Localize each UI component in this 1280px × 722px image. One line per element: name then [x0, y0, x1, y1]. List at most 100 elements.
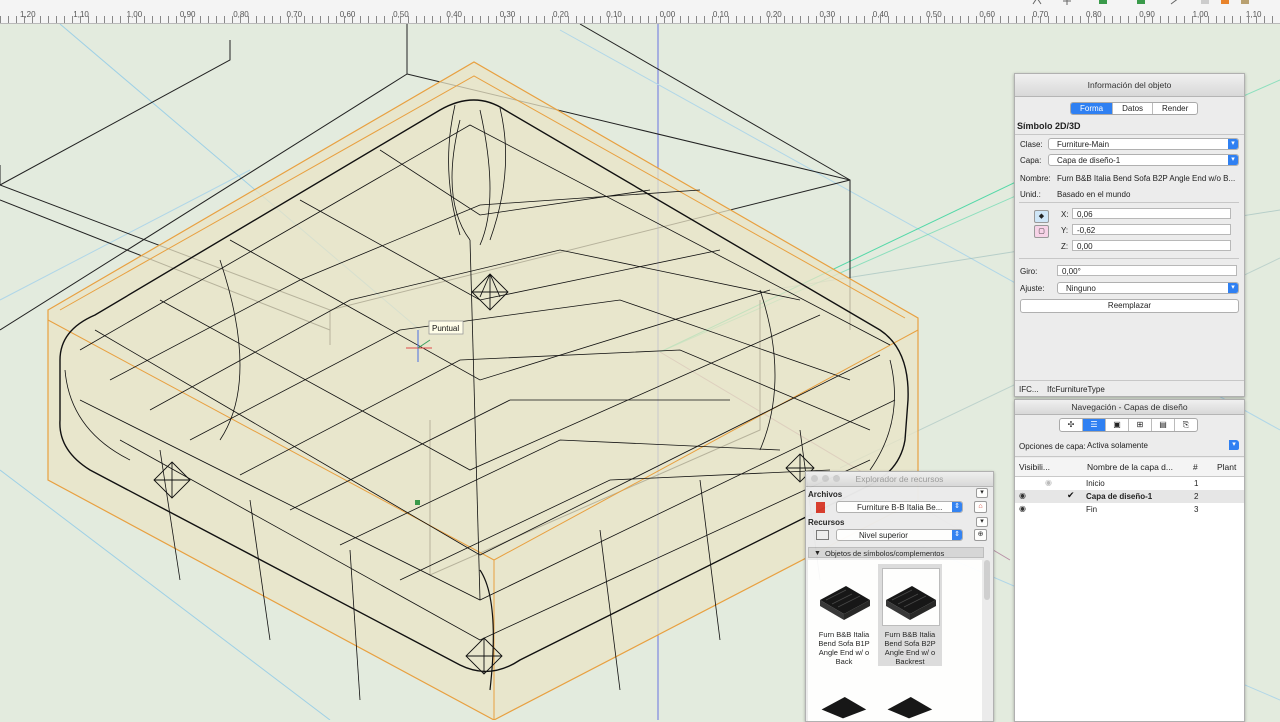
layer-options-label: Opciones de capa: [1019, 442, 1086, 451]
x-field[interactable]: 0,06 [1072, 208, 1231, 219]
tool-icon-7[interactable] [1220, 0, 1230, 5]
fit-select[interactable]: Ninguno ▾ [1057, 282, 1239, 294]
units-value: Basado en el mundo [1057, 190, 1131, 199]
resource-item-label: Furn B&B Italia Bend Sofa B1P Angle End … [818, 630, 870, 666]
sheets-icon[interactable]: ▤ [1152, 419, 1175, 431]
rotation-field[interactable]: 0,00° [1057, 265, 1237, 276]
resource-item-label: Furn B&B Italia Bend Sofa B2P Angle End … [884, 630, 936, 666]
layer-label: Capa: [1020, 156, 1042, 165]
symbols-section-header[interactable]: ▼ Objetos de símbolos/complementos [808, 547, 984, 558]
name-value[interactable]: Furn B&B Italia Bend Sofa B2P Angle End … [1057, 174, 1235, 183]
tool-icon-1[interactable] [1032, 0, 1042, 5]
new-folder-icon[interactable]: ⊕ [974, 529, 987, 541]
chevron-down-icon: ▾ [1228, 283, 1238, 293]
tool-icon-5[interactable] [1170, 0, 1180, 5]
viewports-icon[interactable]: ▣ [1106, 419, 1129, 431]
minimize-icon[interactable] [822, 475, 829, 482]
resource-browser-title: Explorador de recursos [806, 472, 993, 487]
resource-browser-title-text: Explorador de recursos [855, 474, 944, 484]
classes-icon[interactable]: ✣ [1060, 419, 1083, 431]
symbols-section-label: Objetos de símbolos/complementos [825, 549, 945, 558]
resource-folder-value: Nivel superior [859, 531, 908, 540]
tool-icon-2[interactable] [1062, 0, 1072, 5]
zoom-icon[interactable] [833, 475, 840, 482]
origin-icon[interactable]: ◆ [1034, 210, 1049, 223]
replace-button[interactable]: Reemplazar [1020, 299, 1239, 313]
layer-name: Capa de diseño-1 [1086, 492, 1153, 501]
layer-number: 3 [1194, 505, 1199, 514]
tab-render[interactable]: Render [1153, 103, 1197, 114]
fit-select-value: Ninguno [1066, 284, 1096, 293]
file-select[interactable]: Furniture B-B Italia Be... ⇕ [836, 501, 963, 513]
chevron-updown-icon: ⇕ [952, 530, 962, 540]
toolbar-strip [1020, 0, 1280, 7]
references-icon[interactable]: ⎘ [1175, 419, 1197, 431]
sofa-thumbnail-icon [820, 586, 870, 620]
col-plant[interactable]: Plant [1217, 462, 1236, 472]
layers-icon[interactable]: ☰ [1083, 419, 1106, 431]
resource-item-selected[interactable]: Furn B&B Italia Bend Sofa B2P Angle End … [878, 564, 942, 666]
layer-options-select[interactable]: Activa solamente ▾ [1085, 440, 1239, 452]
layer-number: 1 [1194, 479, 1199, 488]
class-select[interactable]: Furniture-Main ▾ [1048, 138, 1239, 150]
name-label: Nombre: [1020, 174, 1051, 183]
eye-icon[interactable]: ◉ [1045, 478, 1052, 487]
sofa-thumbnail-icon [821, 696, 867, 719]
resource-folder-select[interactable]: Nivel superior ⇕ [836, 529, 963, 541]
object-info-palette: Información del objeto Forma Datos Rende… [1014, 73, 1245, 397]
y-field[interactable]: -0,62 [1072, 224, 1231, 235]
snap-tooltip-text: Puntual [432, 324, 459, 333]
scrollbar[interactable] [984, 560, 990, 600]
home-icon[interactable]: ⌂ [974, 501, 987, 513]
table-row[interactable]: ◉ Inicio 1 [1015, 477, 1244, 490]
chevron-down-icon: ▾ [1229, 440, 1239, 450]
units-label: Unid.: [1020, 190, 1041, 199]
disclosure-triangle-icon: ▼ [814, 550, 821, 557]
z-label: Z: [1061, 242, 1069, 251]
collapse-files-icon[interactable]: ▾ [976, 488, 988, 498]
resource-browser-palette: Explorador de recursos Archivos ▾ Furnit… [805, 471, 994, 722]
active-check-icon: ✔ [1067, 490, 1075, 500]
col-number[interactable]: # [1193, 462, 1198, 472]
layer-name: Fin [1086, 505, 1098, 514]
rotation-label: Giro: [1020, 267, 1038, 276]
resource-item[interactable]: Furn B&B Italia Bend Sofa B1P Angle End … [812, 564, 876, 666]
layer-select[interactable]: Capa de diseño-1 ▾ [1048, 154, 1239, 166]
z-field[interactable]: 0,00 [1072, 240, 1231, 251]
y-label: Y: [1061, 226, 1069, 235]
tab-forma[interactable]: Forma [1071, 103, 1114, 114]
tool-icon-8[interactable] [1240, 0, 1250, 5]
fit-label: Ajuste: [1020, 284, 1045, 293]
tab-datos[interactable]: Datos [1113, 103, 1154, 114]
chevron-down-icon: ▾ [1228, 139, 1238, 149]
layer-select-value: Capa de diseño-1 [1057, 156, 1121, 165]
ruler-ticks [0, 16, 1280, 23]
table-row[interactable]: ◉ ✔ Capa de diseño-1 2 [1015, 490, 1244, 503]
top-ruler: 1,20 1,10 1,00 0,90 0,80 0,70 0,60 0,50 0,40 0,30… [0, 0, 1280, 24]
col-visibility[interactable]: Visibili... [1019, 462, 1050, 472]
file-select-value: Furniture B-B Italia Be... [857, 503, 943, 512]
tool-icon-6[interactable] [1200, 0, 1210, 5]
x-label: X: [1061, 210, 1069, 219]
table-row[interactable]: ◉ Fin 3 [1015, 503, 1244, 516]
bounding-box [47, 61, 919, 720]
tool-icon-4[interactable] [1136, 0, 1146, 5]
close-icon[interactable] [811, 475, 818, 482]
layer-name: Inicio [1086, 479, 1105, 488]
navigation-toolbar: ✣ ☰ ▣ ⊞ ▤ ⎘ [1059, 418, 1198, 432]
eye-icon[interactable]: ◉ [1019, 491, 1026, 500]
sofa-thumbnail-icon [887, 696, 933, 719]
layers-table-header: Visibili... Nombre de la capa d... # Pla… [1015, 458, 1244, 477]
file-document-icon [816, 502, 825, 513]
ifc-label[interactable]: IFC... [1019, 385, 1039, 394]
anchor-point-icon[interactable]: ▢ [1034, 225, 1049, 238]
saved-views-icon[interactable]: ⊞ [1129, 419, 1152, 431]
eye-icon[interactable]: ◉ [1019, 504, 1026, 513]
resources-label: Recursos [808, 518, 845, 527]
sofa-thumbnail-icon [886, 586, 936, 620]
collapse-resources-icon[interactable]: ▾ [976, 517, 988, 527]
col-layer-name[interactable]: Nombre de la capa d... [1087, 462, 1173, 472]
navigation-title: Navegación - Capas de diseño [1015, 400, 1244, 415]
tool-icon-3[interactable] [1098, 0, 1108, 5]
resource-grid: Furn B&B Italia Bend Sofa B1P Angle End … [808, 560, 990, 721]
